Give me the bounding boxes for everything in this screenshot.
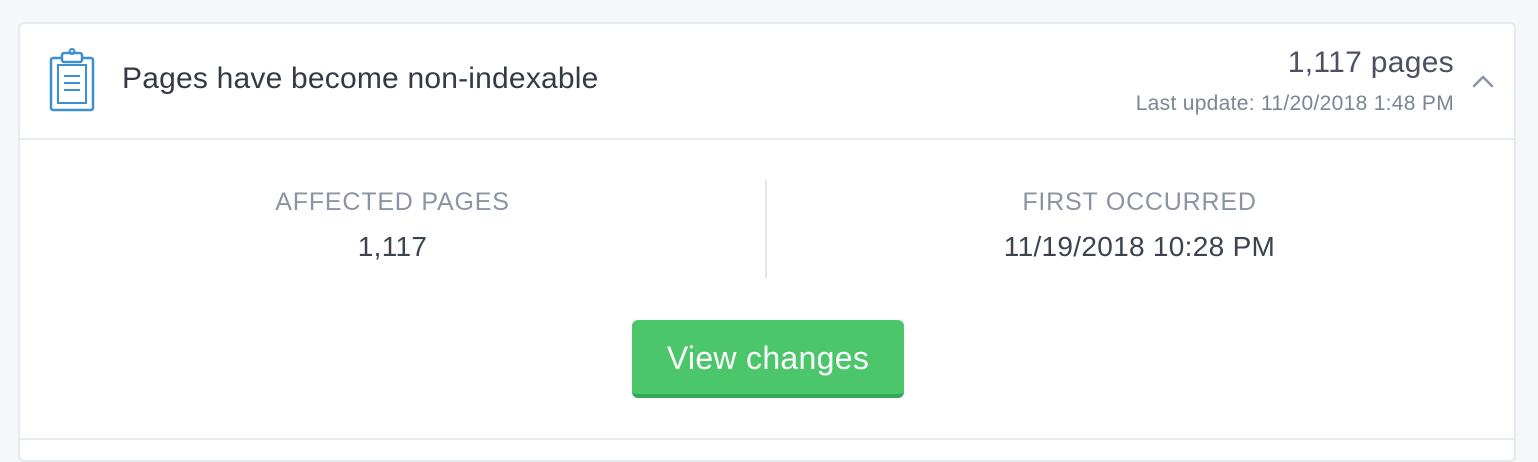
first-occurred-stat: FIRST OCCURRED 11/19/2018 10:28 PM [767,188,1512,263]
affected-pages-value: 1,117 [357,231,428,262]
affected-pages-stat: AFFECTED PAGES 1,117 [20,188,765,263]
chevron-up-icon[interactable] [1468,66,1498,96]
first-occurred-label: FIRST OCCURRED [1022,188,1257,216]
affected-pages-label: AFFECTED PAGES [275,188,510,216]
view-changes-button[interactable]: View changes [632,320,904,398]
issue-header[interactable]: Pages have become non-indexable 1,117 pa… [20,24,1514,140]
clipboard-icon [48,48,96,112]
issue-card: Pages have become non-indexable 1,117 pa… [18,22,1516,462]
pages-count: 1,117 pages [1287,46,1454,79]
issue-details: AFFECTED PAGES 1,117 FIRST OCCURRED 11/1… [20,140,1514,440]
first-occurred-value: 11/19/2018 10:28 PM [1003,231,1276,262]
issue-title: Pages have become non-indexable [122,62,599,95]
last-update: Last update: 11/20/2018 1:48 PM [1135,92,1454,115]
